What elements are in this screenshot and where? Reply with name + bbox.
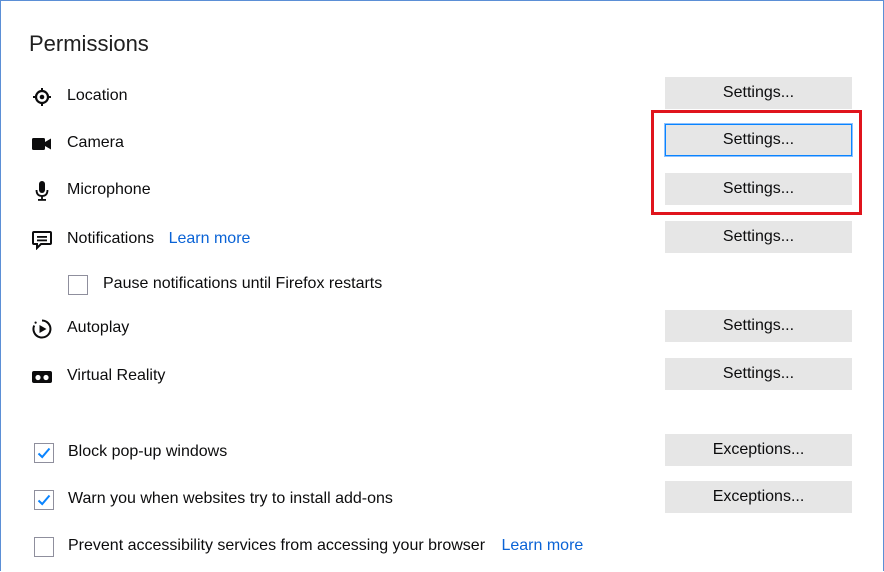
permission-label: Microphone (67, 181, 151, 198)
prevent-accessibility-row: Prevent accessibility services from acce… (1, 532, 884, 562)
warn-addons-label: Warn you when websites try to install ad… (68, 490, 393, 507)
notifications-settings-button[interactable]: Settings... (665, 221, 852, 253)
permission-row-notifications: Notifications Learn more Settings... (1, 221, 884, 255)
block-popups-label: Block pop-up windows (68, 443, 228, 460)
preferences-panel: Permissions Location Settings... Camera … (0, 0, 884, 571)
prevent-accessibility-checkbox[interactable] (34, 537, 54, 557)
notifications-learn-more-link[interactable]: Learn more (169, 230, 251, 247)
permission-row-virtual-reality: Virtual Reality Settings... (1, 358, 884, 392)
permission-row-camera: Camera Settings... (1, 124, 884, 159)
permission-label-container: Notifications Learn more (67, 230, 250, 248)
permission-label: Autoplay (67, 319, 130, 336)
addons-exceptions-button[interactable]: Exceptions... (665, 481, 852, 513)
permission-label: Notifications (67, 230, 155, 247)
pause-notifications-label: Pause notifications until Firefox restar… (103, 275, 383, 292)
camera-settings-button[interactable]: Settings... (665, 124, 852, 156)
permission-row-location: Location Settings... (1, 77, 884, 112)
notifications-icon (32, 230, 52, 250)
prevent-accessibility-label: Prevent accessibility services from acce… (68, 537, 486, 554)
vr-headset-icon (32, 367, 52, 387)
microphone-icon (32, 181, 52, 201)
pause-notifications-checkbox[interactable] (68, 275, 88, 295)
block-popups-checkbox[interactable] (34, 443, 54, 463)
autoplay-settings-button[interactable]: Settings... (665, 310, 852, 342)
permission-row-autoplay: Autoplay Settings... (1, 310, 884, 344)
warn-addons-row: Warn you when websites try to install ad… (1, 481, 884, 515)
vr-settings-button[interactable]: Settings... (665, 358, 852, 390)
popups-exceptions-button[interactable]: Exceptions... (665, 434, 852, 466)
location-settings-button[interactable]: Settings... (665, 77, 852, 109)
microphone-settings-button[interactable]: Settings... (665, 173, 852, 205)
permission-label: Virtual Reality (67, 367, 166, 384)
prevent-accessibility-label-container: Prevent accessibility services from acce… (68, 537, 583, 555)
checkmark-icon (37, 494, 51, 506)
pause-notifications-row: Pause notifications until Firefox restar… (1, 270, 884, 300)
camera-icon (32, 134, 52, 154)
warn-addons-checkbox[interactable] (34, 490, 54, 510)
permission-label: Location (67, 87, 128, 104)
location-icon (32, 87, 52, 107)
autoplay-icon (32, 319, 52, 339)
block-popups-row: Block pop-up windows Exceptions... (1, 434, 884, 468)
checkmark-icon (37, 447, 51, 459)
accessibility-learn-more-link[interactable]: Learn more (501, 537, 583, 554)
section-title: Permissions (29, 31, 149, 56)
permission-row-microphone: Microphone Settings... (1, 173, 884, 206)
permission-label: Camera (67, 134, 124, 151)
